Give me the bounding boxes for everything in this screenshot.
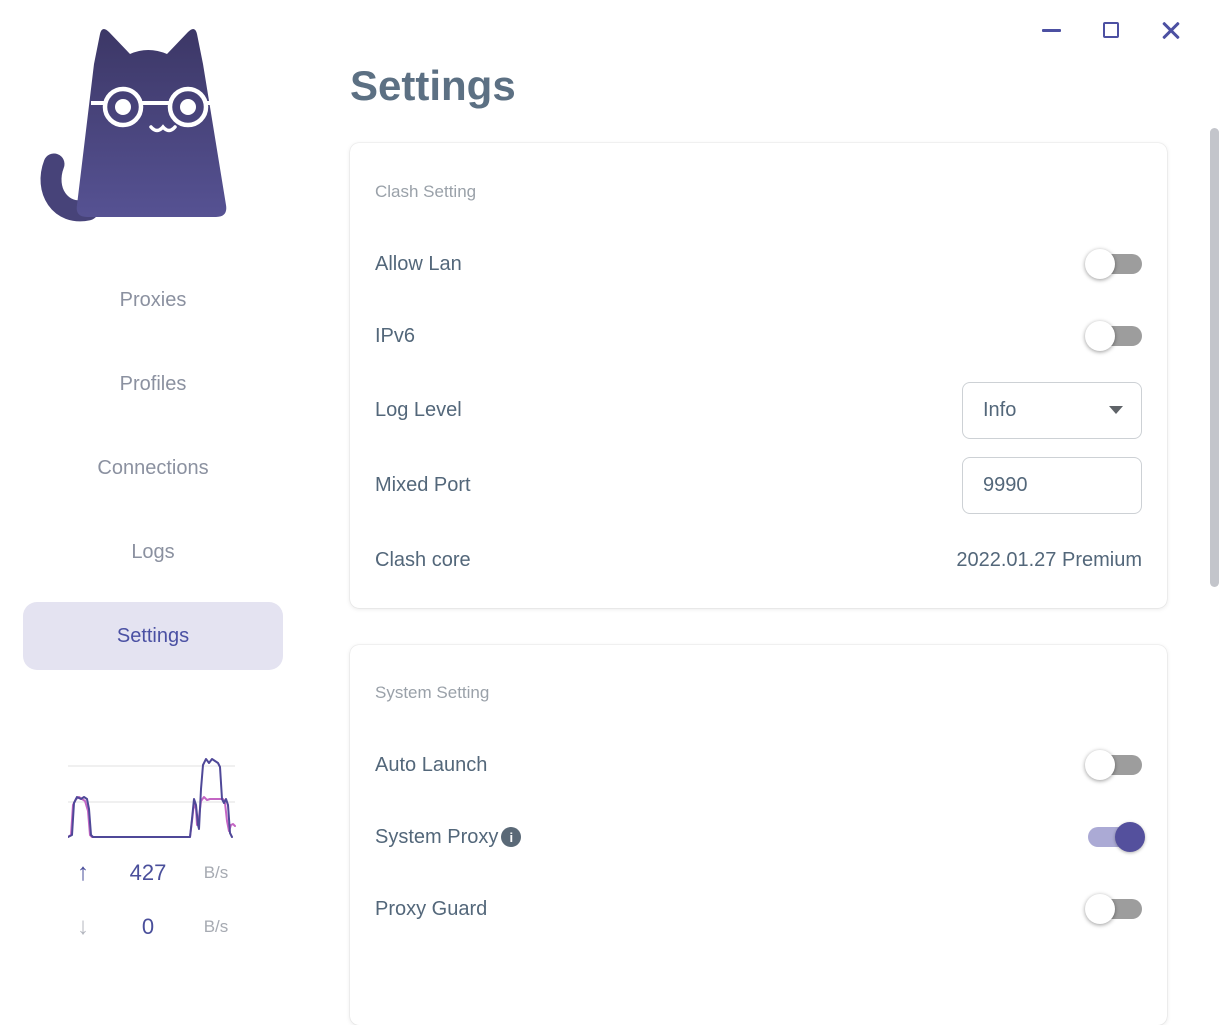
proxy-guard-label: Proxy Guard	[375, 897, 488, 920]
log-level-row: Log Level Info	[375, 380, 1142, 440]
minimize-button[interactable]	[1036, 14, 1066, 46]
toggle-knob	[1085, 750, 1115, 780]
allow-lan-row: Allow Lan	[375, 234, 1142, 294]
scrollbar-thumb[interactable]	[1210, 128, 1219, 587]
page-title: Settings	[350, 62, 516, 109]
upload-line	[68, 758, 233, 838]
log-level-select[interactable]: Info	[962, 381, 1142, 439]
allow-lan-label: Allow Lan	[375, 252, 462, 275]
mixed-port-field-box	[962, 456, 1142, 514]
log-level-label: Log Level	[375, 398, 462, 421]
minimize-icon	[1041, 28, 1061, 32]
card-header: Clash Setting	[375, 182, 477, 201]
traffic-sparkline-chart	[68, 758, 236, 838]
download-line	[68, 796, 236, 838]
sidebar-item-proxies[interactable]: Proxies	[23, 266, 283, 334]
system-setting-card: System Setting Auto Launch System Proxy …	[350, 645, 1167, 1025]
system-proxy-row: System Proxy i	[375, 807, 1145, 867]
auto-launch-label: Auto Launch	[375, 753, 488, 776]
auto-launch-row: Auto Launch	[375, 735, 1142, 795]
upload-rate-unit: B/s	[203, 863, 229, 882]
close-button[interactable]	[1156, 14, 1186, 46]
system-proxy-label: System Proxy	[375, 825, 499, 848]
cat-body	[76, 28, 227, 217]
toggle-knob	[1085, 894, 1115, 924]
clash-setting-card: Clash Setting Allow Lan IPv6 Log Level I…	[350, 143, 1167, 608]
mixed-port-input[interactable]	[963, 473, 1141, 497]
ipv6-row: IPv6	[375, 306, 1142, 366]
download-arrow-icon: ↓	[77, 913, 89, 940]
upload-arrow-icon: ↑	[77, 859, 89, 886]
download-rate-value: 0	[141, 914, 155, 939]
clash-core-row: Clash core 2022.01.27 Premium	[375, 530, 1142, 590]
sidebar-item-logs[interactable]: Logs	[23, 518, 283, 586]
mixed-port-label: Mixed Port	[375, 473, 471, 496]
toggle-knob	[1115, 822, 1145, 852]
window-controls	[1036, 14, 1186, 46]
ipv6-label: IPv6	[375, 324, 416, 347]
download-rate-row: ↓ 0 B/s	[64, 912, 238, 942]
sidebar-nav: Proxies Profiles Connections Logs Settin…	[23, 266, 283, 686]
sidebar-item-settings[interactable]: Settings	[23, 602, 283, 670]
maximize-icon	[1103, 22, 1119, 38]
toggle-knob	[1085, 321, 1115, 351]
upload-rate-value: 427	[129, 860, 167, 885]
toggle-knob	[1085, 249, 1115, 279]
proxy-guard-row: Proxy Guard	[375, 879, 1142, 939]
proxy-guard-toggle[interactable]	[1085, 894, 1142, 924]
clash-core-version: 2022.01.27 Premium	[956, 548, 1142, 571]
log-level-selected-value: Info	[983, 398, 1017, 421]
chevron-down-icon	[1109, 406, 1123, 414]
close-icon	[1160, 19, 1182, 41]
clash-cat-logo	[40, 28, 227, 222]
ipv6-toggle[interactable]	[1085, 321, 1142, 351]
sidebar-item-connections[interactable]: Connections	[23, 434, 283, 502]
card-header: System Setting	[375, 683, 490, 702]
system-proxy-toggle[interactable]	[1088, 822, 1145, 852]
sidebar-item-profiles[interactable]: Profiles	[23, 350, 283, 418]
allow-lan-toggle[interactable]	[1085, 249, 1142, 279]
clash-core-label: Clash core	[375, 548, 471, 571]
mixed-port-row: Mixed Port	[375, 455, 1142, 515]
auto-launch-toggle[interactable]	[1085, 750, 1142, 780]
maximize-button[interactable]	[1096, 14, 1126, 46]
download-rate-unit: B/s	[203, 917, 229, 936]
upload-rate-row: ↑ 427 B/s	[64, 858, 238, 888]
info-icon[interactable]: i	[501, 827, 522, 847]
